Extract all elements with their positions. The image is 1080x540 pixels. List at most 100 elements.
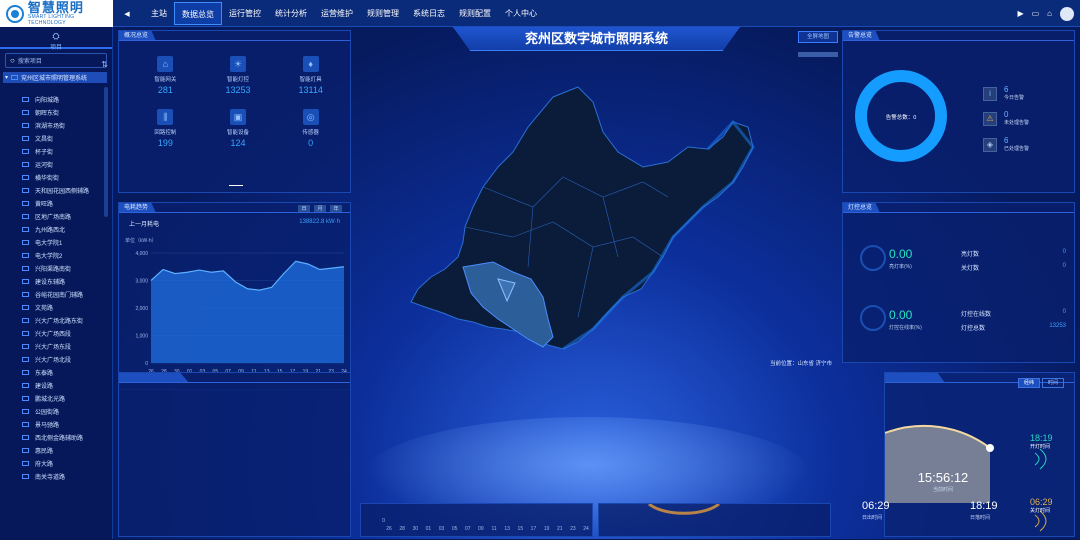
folder-icon — [22, 201, 29, 206]
overview-stat-label: 智能灯控 — [226, 77, 249, 83]
tree-item[interactable]: 文苑路 — [0, 301, 102, 314]
nav-left-arrow-icon[interactable]: ◀ — [120, 0, 134, 27]
total-count-value: 13253 — [1049, 323, 1066, 329]
device-icon: ♦ — [302, 56, 319, 72]
map-region-main[interactable] — [410, 86, 754, 350]
tab-day[interactable]: 日 — [298, 205, 310, 212]
x-tick-label: 11 — [491, 526, 496, 532]
tree-item[interactable]: 兴大广场北路东街 — [0, 314, 102, 327]
tree-item[interactable]: 天和园花园西侧辅路 — [0, 184, 102, 197]
nav-item[interactable]: 系统日志 — [406, 0, 452, 27]
tree-item-label: 兴大广场东段 — [35, 345, 72, 351]
folder-icon — [22, 331, 29, 336]
nav-right-arrow-icon[interactable]: ▶ — [1017, 9, 1023, 18]
tree-item[interactable]: 电大学院2 — [0, 249, 102, 262]
overview-stat[interactable]: ▣ 智能设备 124 — [202, 109, 275, 148]
tree-item-label: 南关寺道路 — [35, 475, 66, 481]
nav-item[interactable]: 统计分析 — [268, 0, 314, 27]
sun-panel: 经纬 时间 15:56:12 当前时间 18:19 开灯时间 06:29 关灯时… — [862, 372, 1075, 537]
folder-icon — [22, 305, 29, 310]
overview-stat-value: 199 — [157, 138, 173, 148]
folder-icon — [11, 75, 19, 80]
light-off-time: 06:29 — [1030, 497, 1053, 507]
monitor-icon[interactable]: ▭ — [1032, 9, 1040, 18]
online-count-label: 灯控在线数 — [961, 312, 992, 318]
tree-item[interactable]: 运河街 — [0, 158, 102, 171]
tab-year[interactable]: 年 — [330, 205, 342, 212]
tab-month[interactable]: 月 — [314, 205, 326, 212]
tree-item[interactable]: 滨湖市场街 — [0, 119, 102, 132]
nav-item[interactable]: 规则配置 — [452, 0, 498, 27]
tree-item-label: 滨湖市场街 — [35, 124, 66, 130]
tree-item[interactable]: 朝晖东街 — [0, 106, 102, 119]
tree-item[interactable]: 建设路 — [0, 379, 102, 392]
nav-item[interactable]: 个人中心 — [498, 0, 544, 27]
folder-icon — [22, 227, 29, 232]
sunset-time: 18:19 — [970, 500, 998, 512]
tree-item[interactable]: 兴大广场北段 — [0, 353, 102, 366]
avatar[interactable] — [1060, 6, 1074, 21]
tree-item[interactable]: 兴阳渠路南街 — [0, 262, 102, 275]
alarm-today-label: 今日告警 — [1004, 95, 1025, 101]
overview-stat[interactable]: ♦ 智能灯具 13114 — [274, 56, 347, 95]
project-sidebar: ⛭ 项目 ○ 搜索项目 ⇅ ▾ 兖州区城市照明管理系统 向阳城路 朝晖东街 滨湖市场… — [0, 27, 113, 539]
tree-item[interactable]: 南关寺道路 — [0, 470, 102, 483]
tree-item[interactable]: 兴大广场东段 — [0, 340, 102, 353]
folder-icon — [22, 409, 29, 414]
tree-item[interactable]: 公园街路 — [0, 405, 102, 418]
tree-item[interactable]: 黄旺路 — [0, 197, 102, 210]
nav-item[interactable]: 规则管理 — [360, 0, 406, 27]
tree-item[interactable]: 杯子街 — [0, 145, 102, 158]
tree-item[interactable]: 文昌街 — [0, 132, 102, 145]
alarm-total: 告警总数：0 — [885, 115, 917, 121]
energy-chart: 4,0003,0002,0001,00002628300103050709111… — [135, 251, 347, 375]
info-icon: i — [983, 86, 997, 101]
tree-item[interactable]: 电大学院1 — [0, 236, 102, 249]
tree-item[interactable]: 向阳城路 — [0, 93, 102, 106]
folder-icon — [22, 448, 29, 453]
page-indicator[interactable] — [229, 185, 243, 186]
pin-icon[interactable]: ⇅ — [101, 60, 108, 69]
nav-item[interactable]: 运营维护 — [314, 0, 360, 27]
tree-root-label: 兖州区城市照明管理系统 — [21, 76, 88, 82]
tree-item[interactable]: 九州路西北 — [0, 223, 102, 236]
overview-stat[interactable]: ⌂ 智能网关 281 — [129, 56, 202, 95]
tree-item[interactable]: 西北侧金路辅助路 — [0, 431, 102, 444]
online-rate-label: 灯控在线率(%) — [889, 325, 922, 331]
tree-item[interactable]: 区地广场南路 — [0, 210, 102, 223]
tree-item[interactable]: 建设东辅路 — [0, 275, 102, 288]
tree-item[interactable]: 惠民路 — [0, 444, 102, 457]
shandong-map[interactable] — [403, 57, 823, 377]
main-nav: 主站 数据总览 运行管控 统计分析 运营维护 规则管理 系统日志 规则配置 个人中心 — [144, 0, 544, 27]
lock-icon[interactable]: ⌂ — [1047, 9, 1052, 18]
tree-item[interactable]: 东泰路 — [0, 366, 102, 379]
tree-item-label: 黄旺路 — [35, 202, 54, 208]
y-tick-label: 0 — [145, 361, 148, 367]
tree-item[interactable]: 兴大广场西段 — [0, 327, 102, 340]
folder-icon — [22, 149, 29, 154]
nav-item[interactable]: 主站 — [144, 0, 174, 27]
x-tick-label: 28 — [399, 526, 405, 532]
shield-icon: ◈ — [983, 137, 997, 152]
tree-root-item[interactable]: ▾ 兖州区城市照明管理系统 — [3, 72, 107, 83]
energy-panel: 电耗趋势 日 月 年 上一月耗电 138822.8 kW·h 单位（kW·h） … — [118, 202, 351, 390]
overview-stat[interactable]: ☀ 智能灯控 13253 — [202, 56, 275, 95]
nav-item[interactable]: 数据总览 — [174, 2, 222, 25]
alarm-unhandled-count: 0 — [1004, 110, 1009, 119]
tree-item-label: 九州路西北 — [35, 228, 66, 234]
tree-item-label: 建设东辅路 — [35, 280, 66, 286]
tree-item[interactable]: 府大路 — [0, 457, 102, 470]
tree-item[interactable]: 景马驰路 — [0, 418, 102, 431]
tree-item[interactable]: 鹏城北光路 — [0, 392, 102, 405]
nav-item[interactable]: 运行管控 — [222, 0, 268, 27]
tree-item[interactable]: 横华街街 — [0, 171, 102, 184]
sidebar-scrollbar[interactable] — [104, 87, 108, 217]
overview-stat[interactable]: ⫼ 回路控制 199 — [129, 109, 202, 148]
current-location: 当前位置：山东省 济宁市 — [770, 361, 833, 367]
tree-item[interactable]: 谷峪花园南门辅路 — [0, 288, 102, 301]
lit-count-label: 亮灯数 — [961, 252, 980, 258]
fullscreen-map-button[interactable]: 全屏地图 — [798, 31, 838, 43]
overview-stat-value: 281 — [157, 85, 173, 95]
search-input[interactable]: ○ 搜索项目 — [5, 53, 107, 68]
overview-stat[interactable]: ◎ 传感器 0 — [274, 109, 347, 148]
